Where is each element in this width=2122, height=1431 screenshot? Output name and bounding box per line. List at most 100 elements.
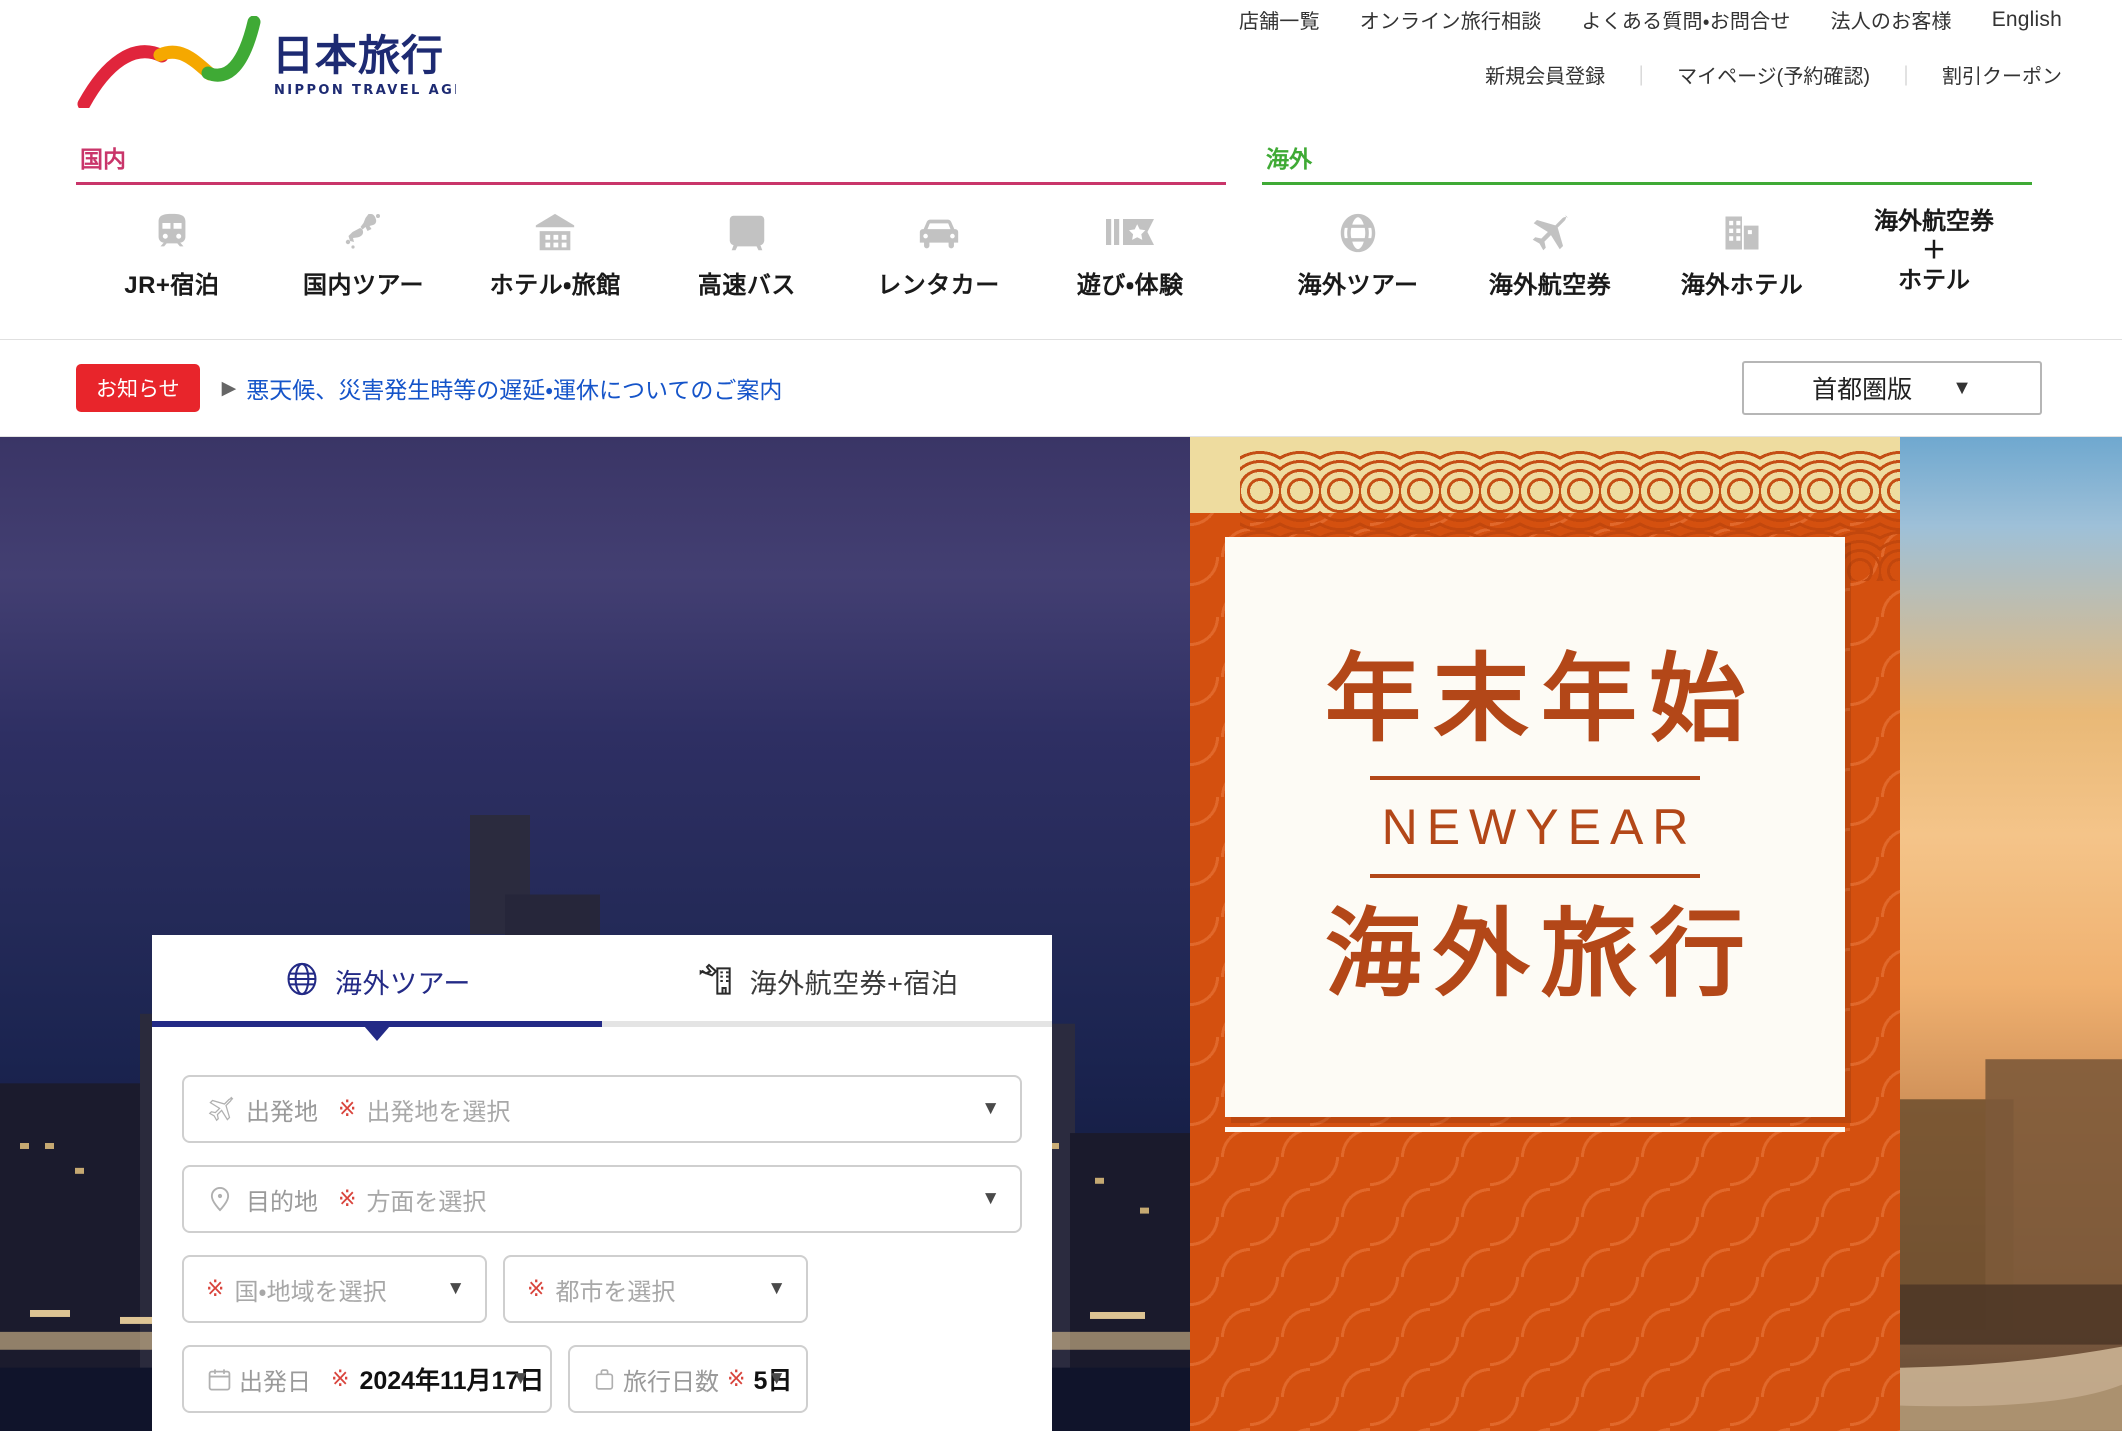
nav-item-label: 海外ツアー — [1297, 272, 1419, 299]
country-field[interactable]: ※ 国・地域を選択 ▼ — [182, 1255, 487, 1323]
nav-item-overseas-flight-hotel[interactable]: 海外航空券 ＋ ホテル — [1838, 201, 2030, 300]
util-link-faq[interactable]: よくある質問・お問合せ — [1582, 5, 1791, 34]
site-header: 日本旅行 NIPPON TRAVEL AGENCY 店舗一覧 オンライン旅行相談… — [0, 0, 2122, 140]
banner-rule-bottom — [1370, 874, 1700, 878]
notice-bar: お知らせ ▶ 悪天候、災害発生時等の遅延・運休についてのご案内 首都圏版 ▼ — [0, 340, 2122, 437]
pin-icon — [206, 1185, 240, 1213]
origin-value: 出発地を選択 — [366, 1098, 511, 1126]
search-form: 出発地 ※ 出発地を選択 ▼ 目的地 ※ 方面を選択 ▼ ※ 国・地域を選択 ▼… — [152, 1027, 1052, 1431]
nav-item-label-line1: 海外航空券 — [1874, 208, 1994, 235]
notice-badge: お知らせ — [76, 364, 200, 412]
origin-field[interactable]: 出発地 ※ 出発地を選択 ▼ — [182, 1075, 1022, 1143]
region-selector[interactable]: 首都圏版 ▼ — [1742, 361, 2042, 415]
nav-item-overseas-flight[interactable]: 海外航空券 — [1454, 201, 1646, 300]
trip-days-label: 旅行日数 — [623, 1368, 719, 1396]
tab-label: 海外航空券+宿泊 — [749, 968, 959, 999]
tab-inactive-underline — [602, 1021, 1052, 1027]
util-separator: ｜ — [1631, 66, 1652, 88]
city-field[interactable]: ※ 都市を選択 ▼ — [503, 1255, 808, 1323]
plane-building-icon — [696, 959, 736, 1004]
nav-item-label: JR+宿泊 — [124, 272, 220, 299]
globe-icon — [1335, 207, 1381, 259]
chevron-down-icon: ▼ — [1952, 376, 1972, 399]
nav-group-overseas: 海外 海外ツアー 海外航空券 海外ホテル 海外航空券 ＋ ホテル — [1262, 140, 2032, 300]
nav-item-play-experience[interactable]: 遊び・体験 — [1034, 201, 1226, 300]
destination-value: 方面を選択 — [366, 1188, 487, 1216]
nav-group-label-overseas: 海外 — [1266, 146, 1312, 172]
util-link-online-consult[interactable]: オンライン旅行相談 — [1360, 5, 1542, 34]
car-icon — [915, 207, 963, 259]
util-link-coupon[interactable]: 割引クーポン — [1942, 60, 2062, 89]
required-mark: ※ — [527, 1276, 546, 1301]
util-link-mypage[interactable]: マイページ(予約確認) — [1677, 60, 1870, 89]
utility-nav-primary: 店舗一覧 オンライン旅行相談 よくある質問・お問合せ 法人のお客様 Englis… — [1239, 5, 2062, 34]
hero-section: 年末年始 NEWYEAR 海外旅行 国内旅行を探す — [0, 437, 2122, 1431]
util-link-english[interactable]: English — [1992, 8, 2062, 32]
nav-item-jr-lodging[interactable]: JR+宿泊 — [76, 201, 268, 300]
utility-nav-secondary: 新規会員登録 ｜ マイページ(予約確認) ｜ 割引クーポン — [1485, 60, 2062, 89]
region-selector-value: 首都圏版 — [1812, 376, 1913, 404]
tab-overseas-flight-hotel[interactable]: 海外航空券+宿泊 — [602, 935, 1052, 1027]
nav-item-rental-car[interactable]: レンタカー — [843, 201, 1035, 300]
nav-item-domestic-tour[interactable]: 国内ツアー — [268, 201, 460, 300]
banner-title-line2: 海外旅行 — [1325, 898, 1757, 1010]
svg-text:NIPPON TRAVEL AGENCY: NIPPON TRAVEL AGENCY — [274, 83, 456, 98]
depart-date-field[interactable]: 出発日 ※ 2024年11月17日 ▼ — [182, 1345, 552, 1413]
nav-item-label-multiline: 海外航空券 ＋ ホテル — [1874, 207, 1994, 295]
required-mark: ※ — [727, 1366, 746, 1391]
nav-item-label-line3: ホテル — [1898, 266, 1970, 294]
destination-field[interactable]: 目的地 ※ 方面を選択 ▼ — [182, 1165, 1022, 1233]
nav-item-label: 海外航空券 — [1488, 272, 1612, 299]
tab-overseas-tour[interactable]: 海外ツアー — [152, 935, 602, 1041]
nav-group-domestic: 国内 JR+宿泊 国内ツアー ホテル・旅館 高速バス レンタカー 遊び・体験 — [76, 140, 1226, 300]
required-mark: ※ — [338, 1096, 357, 1121]
util-link-signup[interactable]: 新規会員登録 — [1485, 60, 1605, 89]
nav-item-highway-bus[interactable]: 高速バス — [651, 201, 843, 300]
search-panel: 海外ツアー 海外航空券+宿泊 出発地 ※ 出発地を選択 ▼ 目的地 ※ 方面を選… — [152, 935, 1052, 1431]
globe-outline-icon — [283, 960, 321, 1003]
svg-text:日本旅行: 日本旅行 — [272, 31, 444, 80]
site-logo[interactable]: 日本旅行 NIPPON TRAVEL AGENCY — [76, 16, 456, 108]
util-link-corporate[interactable]: 法人のお客様 — [1831, 5, 1952, 34]
nav-item-overseas-tour[interactable]: 海外ツアー — [1262, 201, 1454, 300]
required-mark: ※ — [206, 1276, 225, 1301]
tab-label: 海外ツアー — [335, 968, 471, 999]
notice-link[interactable]: 悪天候、災害発生時等の遅延・運休についてのご案内 — [246, 371, 782, 405]
nav-group-label-domestic: 国内 — [80, 146, 126, 172]
nav-item-label: 国内ツアー — [302, 272, 425, 299]
nav-item-hotel-ryokan[interactable]: ホテル・旅館 — [459, 201, 651, 300]
destination-label: 目的地 — [246, 1188, 318, 1216]
hotel-icon — [532, 207, 578, 259]
nav-item-overseas-hotel[interactable]: 海外ホテル — [1646, 201, 1838, 300]
tab-active-caret — [364, 1026, 390, 1041]
page-root: 日本旅行 NIPPON TRAVEL AGENCY 店舗一覧 オンライン旅行相談… — [0, 0, 2122, 1431]
country-value: 国・地域を選択 — [234, 1278, 387, 1306]
calendar-icon — [206, 1366, 233, 1393]
nav-item-label: 遊び・体験 — [1076, 272, 1184, 299]
banner-title-line1: 年末年始 — [1325, 643, 1757, 756]
main-navigation: 国内 JR+宿泊 国内ツアー ホテル・旅館 高速バス レンタカー 遊び・体験 海… — [0, 140, 2122, 340]
bus-icon — [724, 207, 770, 259]
chevron-down-icon: ▼ — [767, 1278, 786, 1299]
origin-label: 出発地 — [246, 1098, 318, 1126]
nav-item-label: 高速バス — [697, 272, 796, 299]
search-panel-tabs: 海外ツアー 海外航空券+宿泊 — [152, 935, 1052, 1041]
japan-map-icon — [340, 207, 388, 259]
promo-banner[interactable]: 年末年始 NEWYEAR 海外旅行 — [1190, 437, 1900, 1431]
building-icon — [1720, 207, 1764, 259]
trip-days-field[interactable]: 旅行日数 ※ 5日 ▼ — [568, 1345, 808, 1413]
city-value: 都市を選択 — [555, 1278, 676, 1306]
util-link-stores[interactable]: 店舗一覧 — [1239, 5, 1320, 34]
required-mark: ※ — [331, 1366, 350, 1391]
chevron-down-icon: ▼ — [446, 1278, 465, 1299]
chevron-down-icon: ▼ — [767, 1368, 786, 1389]
airplane-icon — [206, 1094, 240, 1124]
notice-arrow-icon: ▶ — [221, 377, 237, 399]
nav-item-label: ホテル・旅館 — [489, 272, 621, 299]
nav-item-label: レンタカー — [877, 272, 1000, 299]
nav-item-label: 海外ホテル — [1680, 272, 1804, 299]
banner-rule-top — [1370, 776, 1700, 780]
train-icon — [149, 207, 195, 259]
airplane-icon — [1525, 207, 1575, 259]
util-separator: ｜ — [1896, 66, 1916, 88]
